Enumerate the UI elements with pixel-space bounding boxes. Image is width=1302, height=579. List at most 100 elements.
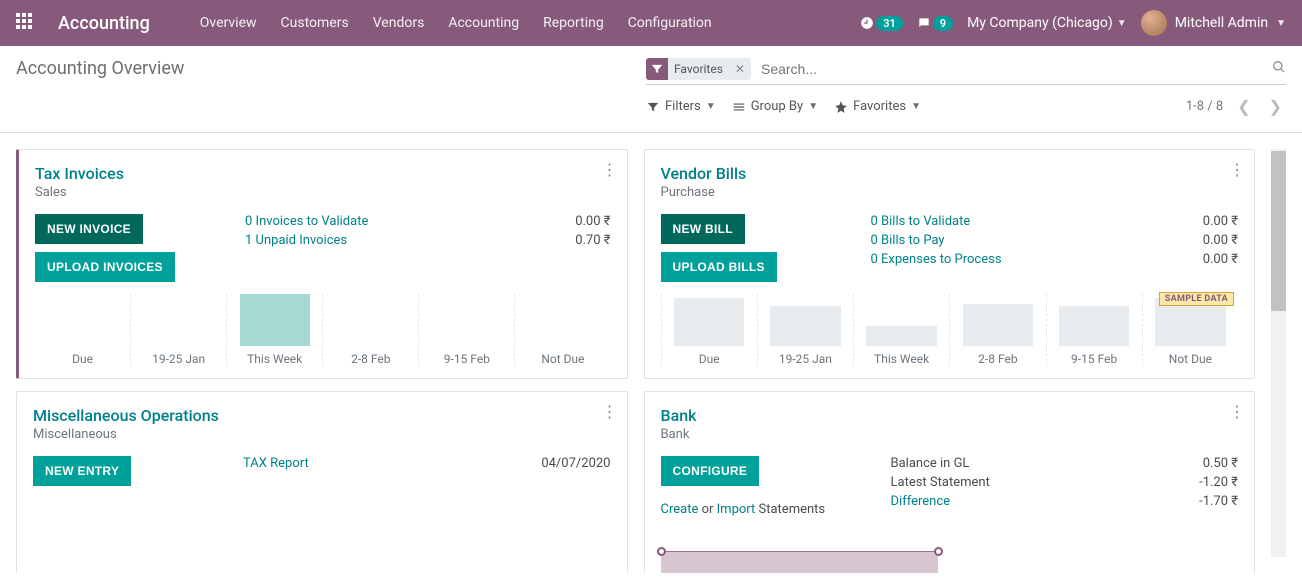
search-row: Favorites ✕: [646, 58, 1286, 85]
new-bill-button[interactable]: NEW BILL: [661, 214, 745, 244]
new-entry-button[interactable]: NEW ENTRY: [33, 456, 131, 486]
nav-configuration[interactable]: Configuration: [618, 9, 722, 37]
chevron-down-icon: ▼: [911, 101, 921, 112]
card-menu-icon[interactable]: ⋮: [1229, 402, 1244, 421]
chevron-down-icon: ▼: [1276, 18, 1286, 29]
chevron-down-icon: ▼: [808, 101, 818, 112]
nav-vendors[interactable]: Vendors: [363, 9, 435, 37]
card-title[interactable]: Bank: [661, 406, 1239, 425]
new-invoice-button[interactable]: NEW INVOICE: [35, 214, 143, 244]
favorites-button[interactable]: Favorites ▼: [834, 99, 921, 114]
list-icon: [732, 100, 746, 114]
graph-point-icon: [657, 547, 666, 556]
scrollbar-thumb[interactable]: [1271, 151, 1286, 311]
activities-button[interactable]: 31: [860, 16, 903, 31]
card-vendor-bills: ⋮ Vendor Bills Purchase NEW BILL UPLOAD …: [644, 149, 1256, 379]
bar-label: 19-25 Jan: [779, 352, 832, 366]
dashboard-col-right: ⋮ Vendor Bills Purchase NEW BILL UPLOAD …: [644, 149, 1256, 557]
card-title[interactable]: Tax Invoices: [35, 164, 611, 183]
chat-icon: [917, 16, 931, 30]
tax-report-link[interactable]: TAX Report: [243, 456, 309, 471]
activities-count: 31: [876, 16, 903, 31]
facet-remove-icon[interactable]: ✕: [729, 62, 751, 76]
card-menu-icon[interactable]: ⋮: [602, 402, 617, 421]
user-name: Mitchell Admin: [1175, 15, 1268, 31]
card-title[interactable]: Vendor Bills: [661, 164, 1239, 183]
stat-link[interactable]: 0 Bills to Pay: [871, 233, 945, 248]
bar-label: Due: [699, 352, 720, 366]
card-menu-icon[interactable]: ⋮: [1229, 160, 1244, 179]
company-name: My Company (Chicago): [967, 15, 1113, 31]
vertical-scrollbar[interactable]: [1271, 149, 1286, 557]
star-icon: [834, 100, 848, 114]
pager-next[interactable]: ❯: [1265, 95, 1286, 118]
bar-label: 2-8 Feb: [978, 352, 1017, 366]
difference-link[interactable]: Difference: [891, 494, 951, 509]
brand[interactable]: Accounting: [58, 13, 150, 34]
filters-button[interactable]: Filters ▼: [646, 99, 716, 114]
avatar: [1141, 10, 1167, 36]
card-title[interactable]: Miscellaneous Operations: [33, 406, 611, 425]
bar-label: 9-15 Feb: [444, 352, 490, 366]
bar-label: 2-8 Feb: [351, 352, 390, 366]
stat-link[interactable]: 0 Invoices to Validate: [245, 214, 368, 229]
configure-button[interactable]: CONFIGURE: [661, 456, 760, 486]
nav-customers[interactable]: Customers: [271, 9, 359, 37]
chevron-down-icon: ▼: [706, 101, 716, 112]
stat-link[interactable]: 1 Unpaid Invoices: [245, 233, 347, 248]
messages-count: 9: [933, 16, 953, 31]
bar-label: Not Due: [541, 352, 584, 366]
card-tax-invoices: ⋮ Tax Invoices Sales NEW INVOICE UPLOAD …: [16, 149, 628, 379]
stat-link[interactable]: 0 Bills to Validate: [871, 214, 971, 229]
bar-label: Due: [72, 352, 93, 366]
search-input[interactable]: [757, 58, 1272, 80]
filter-icon: [646, 58, 668, 80]
user-menu[interactable]: Mitchell Admin ▼: [1141, 10, 1286, 36]
bills-chart: SAMPLE DATA Due 19-25 Jan This Week 2-8 …: [661, 294, 1239, 366]
pager-prev[interactable]: ❮: [1233, 95, 1254, 118]
filter-row: Filters ▼ Group By ▼ Favorites ▼ 1-8 / 8…: [646, 95, 1286, 118]
stat-value: 0.00 ₹: [1203, 214, 1238, 229]
dashboard: ⋮ Tax Invoices Sales NEW INVOICE UPLOAD …: [0, 133, 1302, 573]
filters-label: Filters: [665, 99, 701, 114]
stat-value: 0.00 ₹: [1203, 252, 1238, 267]
chevron-down-icon: ▼: [1117, 18, 1127, 29]
stat-value: -1.20 ₹: [1199, 475, 1238, 490]
nav-overview[interactable]: Overview: [190, 9, 267, 37]
upload-invoices-button[interactable]: UPLOAD INVOICES: [35, 252, 175, 282]
statements-text: Statements: [755, 502, 825, 517]
company-switcher[interactable]: My Company (Chicago) ▼: [967, 15, 1127, 31]
card-bank: ⋮ Bank Bank CONFIGURE Create or Import S…: [644, 391, 1256, 573]
topbar: Accounting Overview Customers Vendors Ac…: [0, 0, 1302, 46]
nav-accounting[interactable]: Accounting: [438, 9, 529, 37]
groupby-button[interactable]: Group By ▼: [732, 99, 818, 114]
upload-bills-button[interactable]: UPLOAD BILLS: [661, 252, 777, 282]
invoices-chart: Due 19-25 Jan This Week 2-8 Feb 9-15 Feb…: [35, 294, 611, 366]
card-subtitle: Bank: [661, 427, 1239, 442]
favorites-label: Favorites: [853, 99, 906, 114]
nav: Overview Customers Vendors Accounting Re…: [190, 9, 722, 37]
graph-point-icon: [934, 547, 943, 556]
pager-count: 1-8 / 8: [1186, 99, 1223, 114]
tax-report-date: 04/07/2020: [541, 456, 610, 471]
import-link[interactable]: Import: [717, 502, 756, 517]
stat-value: 0.50 ₹: [1203, 456, 1238, 471]
nav-reporting[interactable]: Reporting: [533, 9, 614, 37]
statement-actions: Create or Import Statements: [661, 502, 826, 517]
bar-label: This Week: [247, 352, 302, 366]
create-link[interactable]: Create: [661, 502, 699, 517]
funnel-icon: [646, 100, 660, 114]
card-subtitle: Sales: [35, 185, 611, 200]
bar-label: Not Due: [1169, 352, 1212, 366]
page-title: Accounting Overview: [16, 58, 184, 79]
messages-button[interactable]: 9: [917, 16, 953, 31]
search-icon[interactable]: [1272, 60, 1286, 78]
search-facet-favorites[interactable]: Favorites ✕: [646, 58, 751, 80]
apps-icon[interactable]: [16, 13, 36, 33]
stat-link[interactable]: 0 Expenses to Process: [871, 252, 1002, 267]
stat-value: 0.00 ₹: [1203, 233, 1238, 248]
card-subtitle: Purchase: [661, 185, 1239, 200]
card-menu-icon[interactable]: ⋮: [602, 160, 617, 179]
bar-label: 19-25 Jan: [152, 352, 205, 366]
facet-label: Favorites: [668, 62, 729, 76]
